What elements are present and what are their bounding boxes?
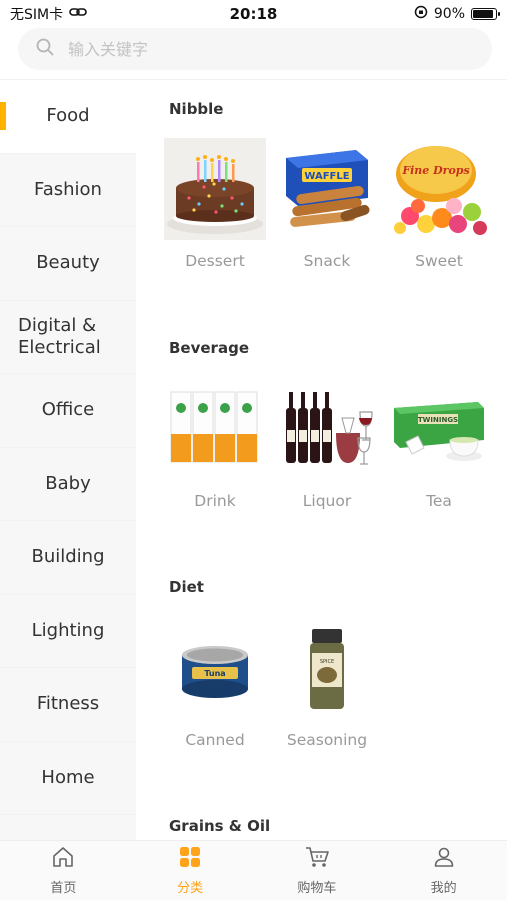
category-sweet[interactable]: Fine Drops Sweet: [388, 138, 490, 270]
section-title-diet: Diet: [169, 578, 204, 596]
profile-icon: [432, 845, 456, 873]
tab-label: 分类: [177, 881, 204, 896]
status-right: 90%: [414, 5, 500, 23]
cart-icon: [304, 845, 330, 873]
category-dessert[interactable]: Dessert: [164, 138, 266, 270]
search-box[interactable]: [18, 28, 492, 70]
candy-tin-image: Fine Drops: [388, 138, 490, 240]
orientation-lock-icon: [414, 5, 428, 23]
section-title-beverage: Beverage: [169, 339, 249, 357]
category-canned[interactable]: Tuna Canned: [164, 617, 266, 749]
category-label: Snack: [303, 252, 351, 270]
svg-text:WAFFLE: WAFFLE: [304, 171, 349, 182]
sidebar-item-food[interactable]: Food: [0, 80, 136, 154]
category-label: Liquor: [302, 492, 352, 510]
sidebar-item-label: Food: [46, 105, 90, 127]
section-title-grains-oil: Grains & Oil: [169, 817, 271, 835]
bottom-tab-bar: 首页 分类 购物车 我的: [0, 840, 507, 900]
category-label: Seasoning: [286, 731, 368, 749]
battery-level-fill: [473, 10, 493, 18]
category-grid-icon: [178, 845, 202, 873]
tab-label: 我的: [430, 881, 457, 896]
tab-home[interactable]: 首页: [0, 841, 127, 900]
category-label: Canned: [185, 731, 245, 749]
tab-label: 首页: [50, 881, 77, 896]
tab-profile[interactable]: 我的: [380, 841, 507, 900]
tab-category[interactable]: 分类: [127, 841, 254, 900]
battery-percent: 90%: [433, 6, 465, 22]
svg-text:Tuna: Tuna: [204, 669, 225, 678]
status-bar: 无SIM卡 20:18 90%: [0, 0, 507, 28]
category-liquor[interactable]: Liquor: [276, 378, 378, 510]
svg-text:TWININGS: TWININGS: [418, 416, 458, 424]
tea-box-image: TWININGS: [388, 378, 490, 480]
sidebar-item-baby[interactable]: Baby: [0, 448, 136, 521]
sidebar-item-label: Home: [41, 766, 95, 788]
link-icon: [69, 6, 87, 22]
sidebar-item-label: Digital & Electrical: [18, 314, 101, 358]
category-tea[interactable]: TWININGS Tea: [388, 378, 490, 510]
sidebar-item-label: Lighting: [31, 619, 105, 641]
sidebar-item-label: Building: [31, 546, 105, 568]
search-icon: [36, 38, 54, 60]
category-label: Tea: [426, 492, 452, 510]
sidebar-item-label: Beauty: [36, 252, 100, 274]
category-sidebar: Food Fashion Beauty Digital & Electrical…: [0, 80, 136, 840]
sidebar-item-label: Office: [41, 399, 95, 421]
sidebar-item-building[interactable]: Building: [0, 521, 136, 595]
category-drink[interactable]: Drink: [164, 378, 266, 510]
sidebar-item-label: Baby: [45, 472, 91, 494]
sidebar-item-home[interactable]: Home: [0, 742, 136, 815]
svg-text:Fine Drops: Fine Drops: [401, 164, 469, 177]
category-label: Dessert: [185, 252, 245, 270]
status-left: 无SIM卡: [10, 4, 87, 24]
tab-cart[interactable]: 购物车: [254, 841, 381, 900]
juice-cartons-image: [164, 378, 266, 480]
sidebar-item-fitness[interactable]: Fitness: [0, 668, 136, 742]
wine-bottles-image: [276, 378, 378, 480]
sidebar-item-fashion[interactable]: Fashion: [0, 154, 136, 227]
svg-text:SPICE: SPICE: [320, 659, 334, 665]
category-label: Sweet: [415, 252, 463, 270]
sidebar-item-digital-electrical[interactable]: Digital & Electrical: [0, 301, 136, 374]
carrier-text: 无SIM卡: [10, 7, 64, 23]
search-input[interactable]: [68, 39, 448, 59]
cake-image: [164, 138, 266, 240]
sidebar-item-lighting[interactable]: Lighting: [0, 595, 136, 668]
search-bar-container: [0, 28, 507, 80]
sidebar-item-label: Fashion: [34, 178, 102, 200]
sidebar-item-beauty[interactable]: Beauty: [0, 227, 136, 301]
category-content: Nibble Dessert WAFFLE Snack Fine Drops S…: [136, 80, 507, 840]
category-seasoning[interactable]: SPICE Seasoning: [276, 617, 378, 749]
section-title-nibble: Nibble: [169, 100, 224, 118]
tab-label: 购物车: [297, 881, 337, 896]
spice-jar-image: SPICE: [276, 617, 378, 719]
home-icon: [51, 845, 75, 873]
status-time: 20:18: [229, 5, 278, 23]
sidebar-item-office[interactable]: Office: [0, 374, 136, 448]
battery-icon: [471, 8, 500, 20]
category-label: Drink: [194, 492, 236, 510]
tuna-can-image: Tuna: [164, 617, 266, 719]
waffle-box-image: WAFFLE: [276, 138, 378, 240]
sidebar-item-label: Fitness: [36, 693, 100, 715]
category-snack[interactable]: WAFFLE Snack: [276, 138, 378, 270]
